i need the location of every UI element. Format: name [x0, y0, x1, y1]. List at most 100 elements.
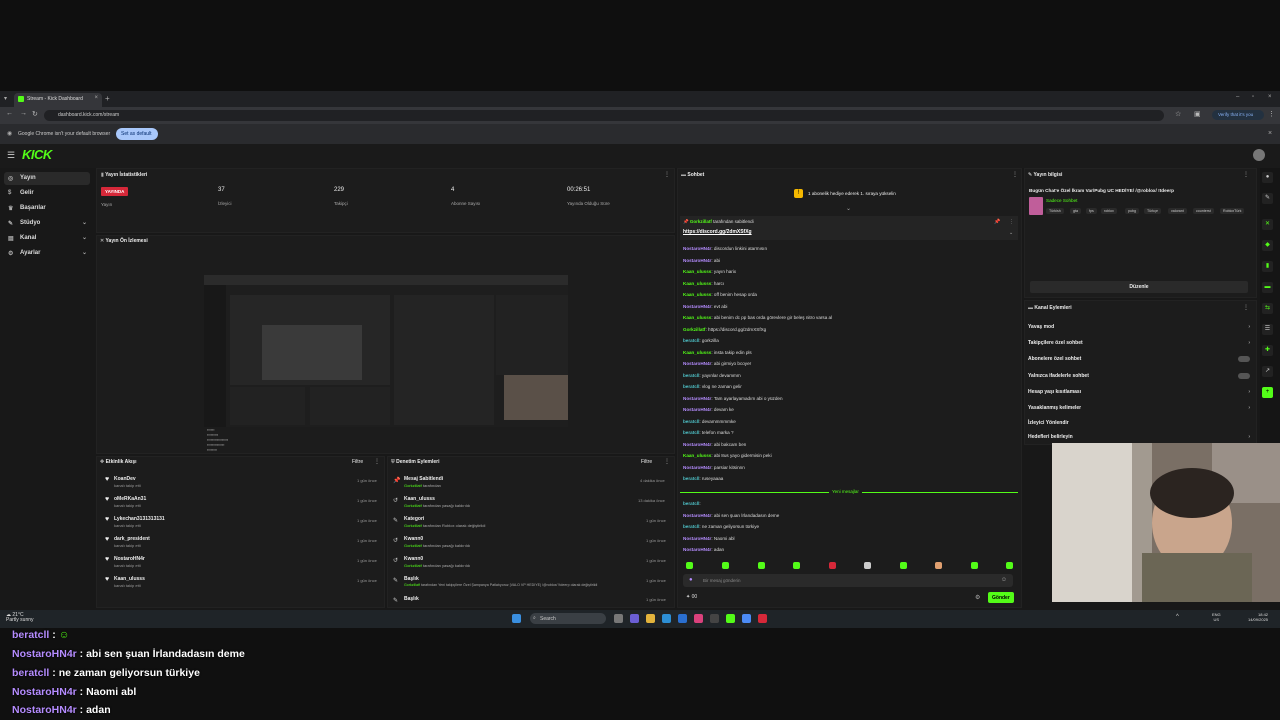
stats-menu-icon[interactable]: ⋮: [664, 171, 670, 178]
chrome-taskbar-icon[interactable]: [742, 614, 751, 623]
mod-action[interactable]: Kwann0: [404, 556, 423, 562]
chat-username[interactable]: NostaroHN4r: [683, 361, 711, 366]
bookmark-star-icon[interactable]: ☆: [1175, 110, 1181, 118]
pinned-link[interactable]: https://discord.gg/2dmXSfXg: [683, 229, 752, 235]
chat-username[interactable]: NostaroHN4r: [683, 513, 711, 518]
menu-icon[interactable]: ☰: [7, 150, 15, 161]
chat-settings-icon[interactable]: ⚙: [975, 594, 980, 601]
sidebar-item-basarilar[interactable]: ♛ Başarılar: [4, 202, 90, 215]
weather-widget[interactable]: ☁ 21°C Partly sunny: [6, 613, 34, 623]
activity-user[interactable]: dark_president: [114, 536, 150, 542]
extensions-icon[interactable]: ▣: [1194, 110, 1201, 118]
maximize-icon[interactable]: ▫: [1252, 94, 1254, 100]
app-icon[interactable]: [758, 614, 767, 623]
infobar-close-icon[interactable]: ×: [1268, 130, 1272, 137]
chat-menu-icon[interactable]: ⋮: [1012, 171, 1018, 178]
chat-tool-icon[interactable]: ▬: [1262, 282, 1273, 293]
stream-preview-video[interactable]: [204, 275, 568, 427]
chat-username[interactable]: Kaan_ulusss: [683, 350, 711, 355]
chat-username[interactable]: beratcll: [683, 384, 699, 389]
users-icon[interactable]: ☰: [1262, 324, 1273, 335]
edge-icon[interactable]: [662, 614, 671, 623]
activity-user[interactable]: Kaan_ulusss: [114, 576, 145, 582]
chat-input[interactable]: ● Bir mesaj gönderin ☺: [683, 574, 1013, 587]
goals-row[interactable]: Hedefleri belirleyin ›: [1028, 434, 1250, 440]
reload-icon[interactable]: ↻: [32, 110, 38, 118]
account-age-row[interactable]: Hesap yaşı kısıtlaması ›: [1028, 389, 1250, 395]
emote-icon[interactable]: [722, 562, 729, 569]
chat-username[interactable]: NostaroHN4r: [683, 407, 711, 412]
browser-tab[interactable]: Stream - Kick Dashboard ×: [14, 93, 102, 107]
moderation-filter-button[interactable]: Filtre: [641, 459, 652, 465]
emote-icon[interactable]: [686, 562, 693, 569]
emote-icon[interactable]: [864, 562, 871, 569]
chat-username[interactable]: Kaan_ulusss: [683, 269, 711, 274]
pinned-user[interactable]: Gorkzillatf: [690, 219, 712, 224]
sidebar-item-yayin[interactable]: ◎ Yayın: [4, 172, 90, 185]
moderation-menu-icon[interactable]: ⋮: [664, 458, 670, 465]
sidebar-item-ayarlar[interactable]: ⚙ Ayarlar ⌄: [4, 247, 90, 260]
chat-username[interactable]: beratcll: [683, 430, 699, 435]
chat-username[interactable]: Kaan_ulusss: [683, 453, 711, 458]
emote-icon[interactable]: [829, 562, 836, 569]
stream-info-menu-icon[interactable]: ⋮: [1243, 171, 1249, 178]
sidebar-item-studyo[interactable]: ✎ Stüdyo ⌄: [4, 217, 90, 230]
kick-logo[interactable]: KICK: [22, 147, 52, 162]
store-icon[interactable]: [678, 614, 687, 623]
chat-username[interactable]: NostaroHN4r: [683, 442, 711, 447]
sidebar-item-kanal[interactable]: ▤ Kanal ⌄: [4, 232, 90, 245]
category-name[interactable]: Sadece Sohbet: [1046, 198, 1077, 203]
chat-username[interactable]: Kaan_ulusss: [683, 281, 711, 286]
chat-username[interactable]: NostaroHN4r: [683, 536, 711, 541]
host-row[interactable]: İzleyici Yönlendir: [1028, 420, 1250, 426]
mod-user[interactable]: Gorkzillatf: [404, 543, 422, 548]
chat-username[interactable]: Kaan_ulusss: [683, 315, 711, 320]
file-explorer-icon[interactable]: [646, 614, 655, 623]
taskbar-search[interactable]: ⌕ Search: [530, 613, 606, 624]
chat-username[interactable]: NostaroHN4r: [683, 547, 711, 552]
user-avatar[interactable]: [1253, 149, 1265, 161]
set-default-button[interactable]: Set as default: [116, 128, 158, 140]
sidebar-item-gelir[interactable]: $ Gelir: [4, 187, 90, 200]
mod-user[interactable]: Gorkzillatf: [404, 563, 422, 568]
mod-action[interactable]: Kwann0: [404, 536, 423, 542]
kick-app-icon[interactable]: [726, 614, 735, 623]
back-icon[interactable]: ←: [6, 110, 13, 117]
chat-username[interactable]: beratcll: [683, 373, 699, 378]
activity-menu-icon[interactable]: ⋮: [374, 458, 380, 465]
followers-only-row[interactable]: Takipçilere özel sohbet ›: [1028, 340, 1250, 346]
emote-icon[interactable]: [935, 562, 942, 569]
unpin-icon[interactable]: 📌: [994, 219, 1000, 225]
tab-list-icon[interactable]: ▾: [4, 95, 7, 102]
activity-user[interactable]: oMeRKaAn31: [114, 496, 146, 502]
url-input[interactable]: dashboard.kick.com/stream: [44, 110, 1164, 121]
activity-filter-button[interactable]: Filtre: [352, 459, 363, 465]
instagram-icon[interactable]: [694, 614, 703, 623]
mod-user[interactable]: Gorkzillatf: [404, 483, 422, 488]
chat-username[interactable]: NostaroHN4r: [683, 396, 711, 401]
chat-username[interactable]: beratcll: [683, 524, 699, 529]
slow-mode-row[interactable]: Yavaş mod ›: [1028, 324, 1250, 330]
raid-icon[interactable]: ⇆: [1262, 303, 1273, 314]
clock[interactable]: 18:42 14/09/2025: [1248, 612, 1268, 622]
activity-user[interactable]: NostaroHN4r: [114, 556, 145, 562]
share-icon[interactable]: ↗: [1262, 366, 1273, 377]
mod-user[interactable]: Gorkzillatf: [404, 583, 420, 587]
browser-menu-icon[interactable]: ⋮: [1268, 110, 1275, 118]
task-view-icon[interactable]: [614, 614, 623, 623]
activity-user[interactable]: KoanDev: [114, 476, 136, 482]
channel-points[interactable]: ✦ 00: [686, 594, 697, 600]
collapse-chevron-icon[interactable]: ⌄: [846, 205, 851, 212]
edit-stream-info-button[interactable]: Düzenle: [1030, 281, 1248, 293]
mod-user[interactable]: Gorkzillatf: [404, 503, 422, 508]
tray-chevron-icon[interactable]: ^: [1176, 614, 1179, 620]
activity-user[interactable]: Lykechan3131313131: [114, 516, 165, 522]
verify-profile-button[interactable]: Verify that it's you: [1212, 110, 1264, 120]
subscribers-only-toggle[interactable]: [1238, 356, 1250, 362]
send-button[interactable]: Gönder: [988, 592, 1014, 603]
mod-user[interactable]: Gorkzillatf: [404, 523, 422, 528]
chat-username[interactable]: NostaroHN4r: [683, 304, 711, 309]
emote-icon[interactable]: [793, 562, 800, 569]
window-close-icon[interactable]: ×: [1268, 94, 1272, 100]
language-indicator[interactable]: ENG US: [1212, 612, 1221, 622]
